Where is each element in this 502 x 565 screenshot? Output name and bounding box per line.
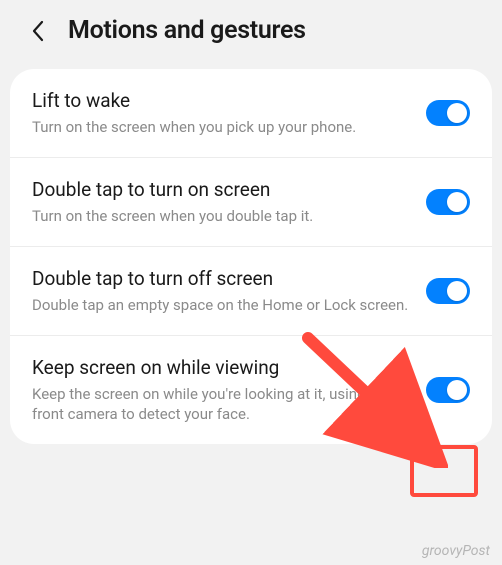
setting-title: Lift to wake (32, 89, 414, 113)
toggle-keep-screen-on[interactable] (426, 377, 470, 403)
setting-desc: Turn on the screen when you pick up your… (32, 117, 414, 137)
page-title: Motions and gestures (68, 16, 306, 45)
setting-title: Double tap to turn off screen (32, 267, 414, 291)
header: Motions and gestures (0, 0, 502, 63)
settings-card: Lift to wake Turn on the screen when you… (10, 69, 492, 444)
setting-text: Double tap to turn on screen Turn on the… (32, 178, 426, 226)
setting-desc: Keep the screen on while you're looking … (32, 384, 414, 425)
setting-text: Keep screen on while viewing Keep the sc… (32, 356, 426, 424)
setting-title: Double tap to turn on screen (32, 178, 414, 202)
toggle-double-tap-off[interactable] (426, 278, 470, 304)
setting-double-tap-off[interactable]: Double tap to turn off screen Double tap… (10, 247, 492, 336)
setting-lift-to-wake[interactable]: Lift to wake Turn on the screen when you… (10, 69, 492, 158)
setting-desc: Turn on the screen when you double tap i… (32, 206, 414, 226)
setting-double-tap-on[interactable]: Double tap to turn on screen Turn on the… (10, 158, 492, 247)
setting-text: Double tap to turn off screen Double tap… (32, 267, 426, 315)
toggle-lift-to-wake[interactable] (426, 100, 470, 126)
setting-title: Keep screen on while viewing (32, 356, 414, 380)
setting-keep-screen-on[interactable]: Keep screen on while viewing Keep the sc… (10, 336, 492, 444)
toggle-double-tap-on[interactable] (426, 189, 470, 215)
watermark: groovyPost (422, 543, 490, 559)
back-icon[interactable] (26, 19, 50, 43)
setting-text: Lift to wake Turn on the screen when you… (32, 89, 426, 137)
annotation-highlight (410, 445, 478, 497)
setting-desc: Double tap an empty space on the Home or… (32, 295, 414, 315)
